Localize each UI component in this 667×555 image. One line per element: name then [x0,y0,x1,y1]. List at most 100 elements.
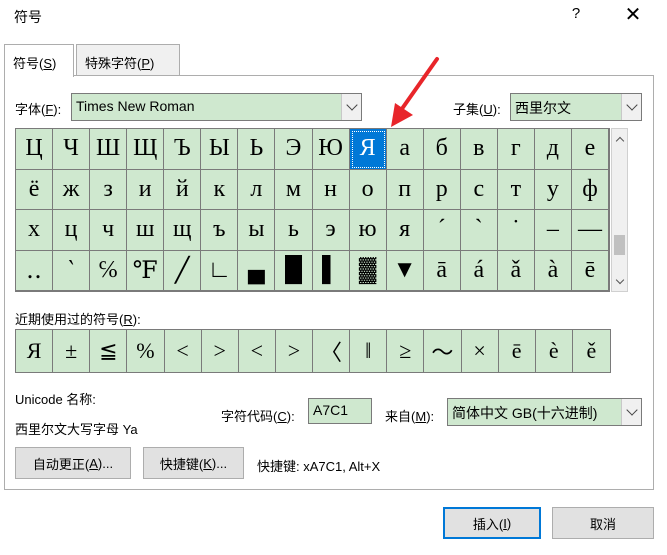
symbol-cell[interactable]: ∟ [201,250,239,291]
symbol-cell[interactable]: Ц [16,129,54,170]
from-dropdown-button[interactable] [621,399,641,425]
symbol-cell[interactable]: ▓ [349,250,387,291]
symbol-cell[interactable]: п [386,169,424,210]
symbol-cell[interactable]: ˙ [497,210,535,251]
recent-symbol-cell[interactable]: < [165,330,202,372]
scroll-thumb[interactable] [614,235,625,255]
tab-special-characters[interactable]: 特殊字符(P) [76,44,180,76]
symbol-cell[interactable]: ℅ [90,250,128,291]
symbol-cell[interactable]: о [349,169,387,210]
scroll-down-button[interactable] [612,273,627,289]
symbol-cell[interactable]: Ч [53,129,91,170]
symbol-cell[interactable]: т [497,169,535,210]
subset-dropdown-button[interactable] [621,94,641,120]
symbol-cell[interactable]: й [164,169,202,210]
symbol-cell[interactable]: а [386,129,424,170]
symbol-cell[interactable]: в [460,129,498,170]
symbol-cell[interactable]: я [386,210,424,251]
recent-symbols[interactable]: Я ± ≦% < > < > 〈 ‖ ≥ ～ × ē è ě [15,329,611,373]
symbol-cell[interactable]: à [534,250,572,291]
symbol-cell[interactable]: ь [275,210,313,251]
help-button[interactable]: ? [566,5,586,22]
subset-select[interactable]: 西里尔文 [510,93,642,121]
symbol-cell[interactable]: у [534,169,572,210]
symbol-cell[interactable]: ā [423,250,461,291]
recent-symbol-cell[interactable]: ě [573,330,610,372]
symbol-cell[interactable]: ǎ [497,250,535,291]
recent-symbol-cell[interactable]: ē [499,330,536,372]
symbol-cell[interactable]: á [460,250,498,291]
symbol-cell[interactable]: ю [349,210,387,251]
insert-button[interactable]: 插入(I) [443,507,541,539]
recent-symbol-cell[interactable]: ‖ [350,330,388,372]
font-dropdown-button[interactable] [341,94,361,120]
recent-symbol-cell[interactable]: ± [53,330,91,372]
symbol-cell[interactable]: ъ [201,210,239,251]
symbol-cell[interactable]: ц [53,210,91,251]
symbol-cell[interactable]: █ [275,250,313,291]
symbol-cell[interactable]: Ш [90,129,128,170]
tab-symbols[interactable]: 符号(S) [4,44,74,77]
symbol-cell[interactable]: х [16,210,54,251]
symbol-cell[interactable]: э [312,210,350,251]
symbol-cell[interactable]: ё [16,169,54,210]
symbol-cell[interactable]: Ъ [164,129,202,170]
symbol-cell[interactable]: Ы [201,129,239,170]
symbol-cell[interactable]: ē [571,250,609,291]
symbol-cell[interactable]: м [275,169,313,210]
symbol-cell[interactable]: ˋ [460,210,498,251]
symbol-cell[interactable]: Я [349,129,387,170]
symbol-cell[interactable]: ▌ [312,250,350,291]
symbol-cell[interactable]: ˊ [423,210,461,251]
symbol-cell[interactable]: ‥ [16,250,54,291]
symbol-cell[interactable]: — [571,210,609,251]
charcode-input[interactable]: A7C1 [308,398,372,424]
symbol-grid-scrollbar[interactable] [611,128,628,292]
symbol-grid[interactable]: ЦЧШЩЪЫЬЭЮЯабвгде ёжзийклмнопрстуф хцчшщъыь… [15,128,610,292]
recent-symbol-cell[interactable]: < [239,330,276,372]
symbol-cell[interactable]: с [460,169,498,210]
symbol-cell[interactable]: ж [53,169,91,210]
symbol-cell[interactable]: щ [164,210,202,251]
symbol-cell[interactable]: ч [90,210,128,251]
recent-symbol-cell[interactable]: ～ [424,330,462,372]
symbol-cell[interactable]: б [423,129,461,170]
symbol-cell[interactable]: з [90,169,128,210]
symbol-cell[interactable]: д [534,129,572,170]
recent-symbol-cell[interactable]: ≦ [90,330,128,372]
symbol-cell[interactable]: ▄ [238,250,276,291]
symbol-cell[interactable]: ℉ [127,250,165,291]
recent-symbol-cell[interactable]: ≥ [387,330,425,372]
symbol-cell[interactable]: Э [275,129,313,170]
symbol-cell[interactable]: ‵ [53,250,91,291]
recent-symbol-cell[interactable]: > [276,330,313,372]
symbol-cell[interactable]: ф [571,169,609,210]
from-select[interactable]: 简体中文 GB(十六进制) [447,398,642,426]
symbol-cell[interactable]: г [497,129,535,170]
symbol-cell[interactable]: ы [238,210,276,251]
symbol-cell[interactable]: ╱ [164,250,202,291]
symbol-cell[interactable]: и [127,169,165,210]
symbol-cell[interactable]: л [238,169,276,210]
symbol-cell[interactable]: Ю [312,129,350,170]
symbol-cell[interactable]: к [201,169,239,210]
symbol-cell[interactable]: – [534,210,572,251]
symbol-cell[interactable]: Ь [238,129,276,170]
symbol-cell[interactable]: е [571,129,609,170]
symbol-cell[interactable]: н [312,169,350,210]
cancel-button[interactable]: 取消 [552,507,654,539]
close-button[interactable]: ✕ [618,2,648,27]
autocorrect-button[interactable]: 自动更正(A)... [15,447,131,479]
scroll-up-button[interactable] [612,131,627,147]
symbol-cell[interactable]: р [423,169,461,210]
recent-symbol-cell[interactable]: 〈 [313,330,351,372]
recent-symbol-cell[interactable]: Я [16,330,54,372]
symbol-cell[interactable]: ш [127,210,165,251]
recent-symbol-cell[interactable]: è [536,330,573,372]
shortcut-key-button[interactable]: 快捷键(K)... [143,447,244,479]
recent-symbol-cell[interactable]: × [462,330,499,372]
symbol-cell[interactable]: ▼ [386,250,424,291]
recent-symbol-cell[interactable]: > [202,330,239,372]
symbol-cell[interactable]: Щ [127,129,165,170]
font-select[interactable]: Times New Roman [71,93,362,121]
